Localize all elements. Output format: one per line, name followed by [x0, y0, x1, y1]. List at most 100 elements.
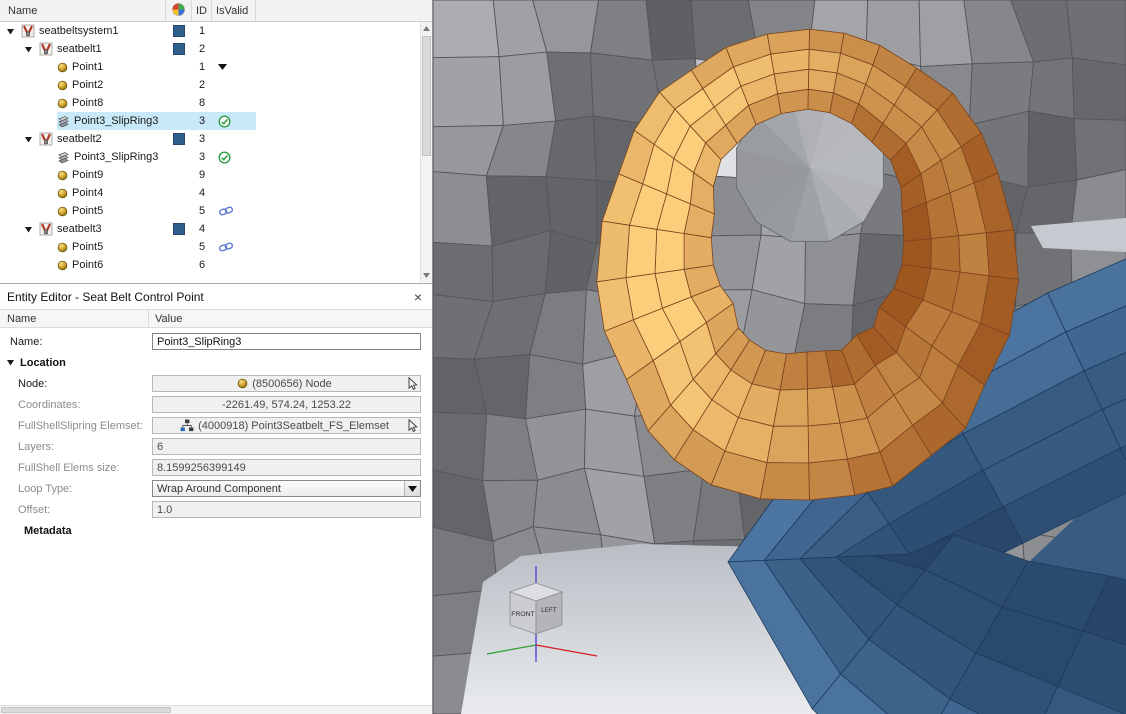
tree-item-point8[interactable]: Point88 [0, 94, 420, 112]
isvalid-cell [212, 22, 256, 40]
point-icon [57, 170, 68, 181]
tree-item-id: 5 [192, 238, 212, 256]
isvalid-cell [212, 184, 256, 202]
isvalid-cell [212, 40, 256, 58]
color-swatch-cell [166, 184, 192, 202]
color-swatch-cell [166, 202, 192, 220]
tree-item-id: 6 [192, 256, 212, 274]
color-swatch-cell[interactable] [166, 40, 192, 58]
editor-row-offset: Offset:1.0 [0, 499, 432, 520]
scrollbar-down-icon[interactable] [421, 269, 432, 282]
tree-item-point2[interactable]: Point22 [0, 76, 420, 94]
isvalid-cell [212, 112, 256, 130]
field-container: Wrap Around Component [152, 480, 421, 497]
section-collapse-icon[interactable] [6, 358, 16, 367]
tree-item-point4[interactable]: Point4 4 [0, 184, 420, 202]
tree-item-point9[interactable]: Point99 [0, 166, 420, 184]
tree-vertical-scrollbar[interactable] [420, 22, 432, 282]
tree-item-seatbelt1[interactable]: seatbelt12 [0, 40, 420, 58]
expander-icon[interactable] [6, 27, 21, 36]
tree-item-content: Point5 [57, 202, 166, 220]
tree-item-content: Point6 [57, 256, 166, 274]
component-color-swatch[interactable] [173, 223, 185, 235]
readonly-field-coordinates: -2261.49, 574.24, 1253.22 [152, 396, 421, 413]
row-spacer [256, 76, 420, 94]
point-icon [57, 98, 68, 109]
tree-item-content: Point3_SlipRing3 [57, 112, 166, 130]
valid-check-icon [218, 151, 231, 164]
tree-item-label: Point6 [72, 259, 103, 271]
editor-row-metadata: Metadata [0, 520, 432, 541]
loop-type-dropdown[interactable]: Wrap Around Component [152, 480, 421, 497]
field-label-fullshellslipring-elemset: FullShellSlipring Elemset: [0, 420, 152, 432]
left-panel: Name ID IsValid seatbeltsystem11seatbelt… [0, 0, 433, 714]
column-header-name[interactable]: Name [0, 0, 166, 21]
component-color-swatch[interactable] [173, 133, 185, 145]
belt-icon [39, 222, 53, 236]
tree-item-id: 3 [192, 130, 212, 148]
color-swatch-cell[interactable] [166, 130, 192, 148]
nav-cube-front-label: FRONT [511, 611, 534, 618]
tree-item-seatbelt2[interactable]: seatbelt2 3 [0, 130, 420, 148]
3d-viewport[interactable]: FRONTLEFT [433, 0, 1126, 714]
tree-row-list: seatbeltsystem11seatbelt12Point11Point22… [0, 22, 420, 274]
editor-row-loop-type: Loop Type:Wrap Around Component [0, 478, 432, 499]
expander-icon[interactable] [24, 135, 39, 144]
tree-item-point5[interactable]: Point55 [0, 202, 420, 220]
link-icon [218, 205, 234, 217]
editor-column-header: Name Value [0, 309, 432, 328]
tree-indent [0, 166, 42, 184]
color-swatch-cell [166, 256, 192, 274]
editor-column-value: Value [149, 310, 432, 327]
valid-check-icon [218, 115, 231, 128]
component-color-swatch[interactable] [173, 25, 185, 37]
column-header-spacer [256, 0, 432, 21]
tree-item-point1[interactable]: Point11 [0, 58, 420, 76]
close-icon[interactable]: × [414, 290, 422, 304]
entity-selector-node[interactable]: (8500656) Node [152, 375, 421, 392]
editor-row-fullshell-elems-size: FullShell Elems size:8.1599256399149 [0, 457, 432, 478]
color-swatch-cell[interactable] [166, 220, 192, 238]
tree-item-name-cell: Point4 [0, 184, 166, 202]
tree-indent [0, 220, 24, 238]
horizontal-scrollbar[interactable] [0, 705, 432, 714]
entity-selector-fullshellslipring-elemset[interactable]: (4000918) Point3Seatbelt_FS_Elemset [152, 417, 421, 434]
tree-item-point3-slipring3[interactable]: Point3_SlipRing33 [0, 112, 420, 130]
tree-item-seatbelt3[interactable]: seatbelt34 [0, 220, 420, 238]
tree-item-label: seatbelt2 [57, 133, 102, 145]
row-spacer [256, 256, 420, 274]
entity-editor-title: Entity Editor - Seat Belt Control Point [7, 290, 204, 304]
color-swatch-cell [166, 112, 192, 130]
scrollbar-up-icon[interactable] [421, 22, 432, 35]
column-header-color[interactable] [166, 0, 192, 21]
tree-item-seatbeltsystem1[interactable]: seatbeltsystem11 [0, 22, 420, 40]
component-color-swatch[interactable] [173, 43, 185, 55]
tree-item-point6[interactable]: Point6 6 [0, 256, 420, 274]
tree-item-id: 4 [192, 184, 212, 202]
column-header-isvalid[interactable]: IsValid [212, 0, 256, 21]
row-spacer [256, 166, 420, 184]
tree-item-point5[interactable]: Point55 [0, 238, 420, 256]
dropdown-arrow-icon[interactable] [404, 481, 420, 496]
row-spacer [256, 148, 420, 166]
field-container: 1.0 [152, 501, 421, 518]
expander-icon[interactable] [24, 225, 39, 234]
scrollbar-thumb[interactable] [422, 36, 431, 156]
dropdown-caret-icon[interactable] [218, 64, 227, 70]
horizontal-scrollbar-thumb[interactable] [1, 707, 171, 713]
color-swatch-cell [166, 94, 192, 112]
name-input[interactable] [152, 333, 421, 350]
pick-cursor-icon[interactable] [407, 419, 419, 435]
tree-item-label: Point3_SlipRing3 [74, 115, 158, 127]
column-header-id[interactable]: ID [192, 0, 212, 21]
expander-icon[interactable] [24, 45, 39, 54]
color-swatch-cell[interactable] [166, 22, 192, 40]
tree-item-id: 1 [192, 22, 212, 40]
isvalid-cell [212, 148, 256, 166]
pick-cursor-icon[interactable] [407, 377, 419, 393]
tree-item-label: Point9 [72, 169, 103, 181]
tree-item-name-cell: seatbelt2 [0, 130, 166, 148]
tree-item-name-cell: seatbelt3 [0, 220, 166, 238]
tree-item-point3-slipring3[interactable]: Point3_SlipRing33 [0, 148, 420, 166]
tree-item-content: Point9 [57, 166, 166, 184]
